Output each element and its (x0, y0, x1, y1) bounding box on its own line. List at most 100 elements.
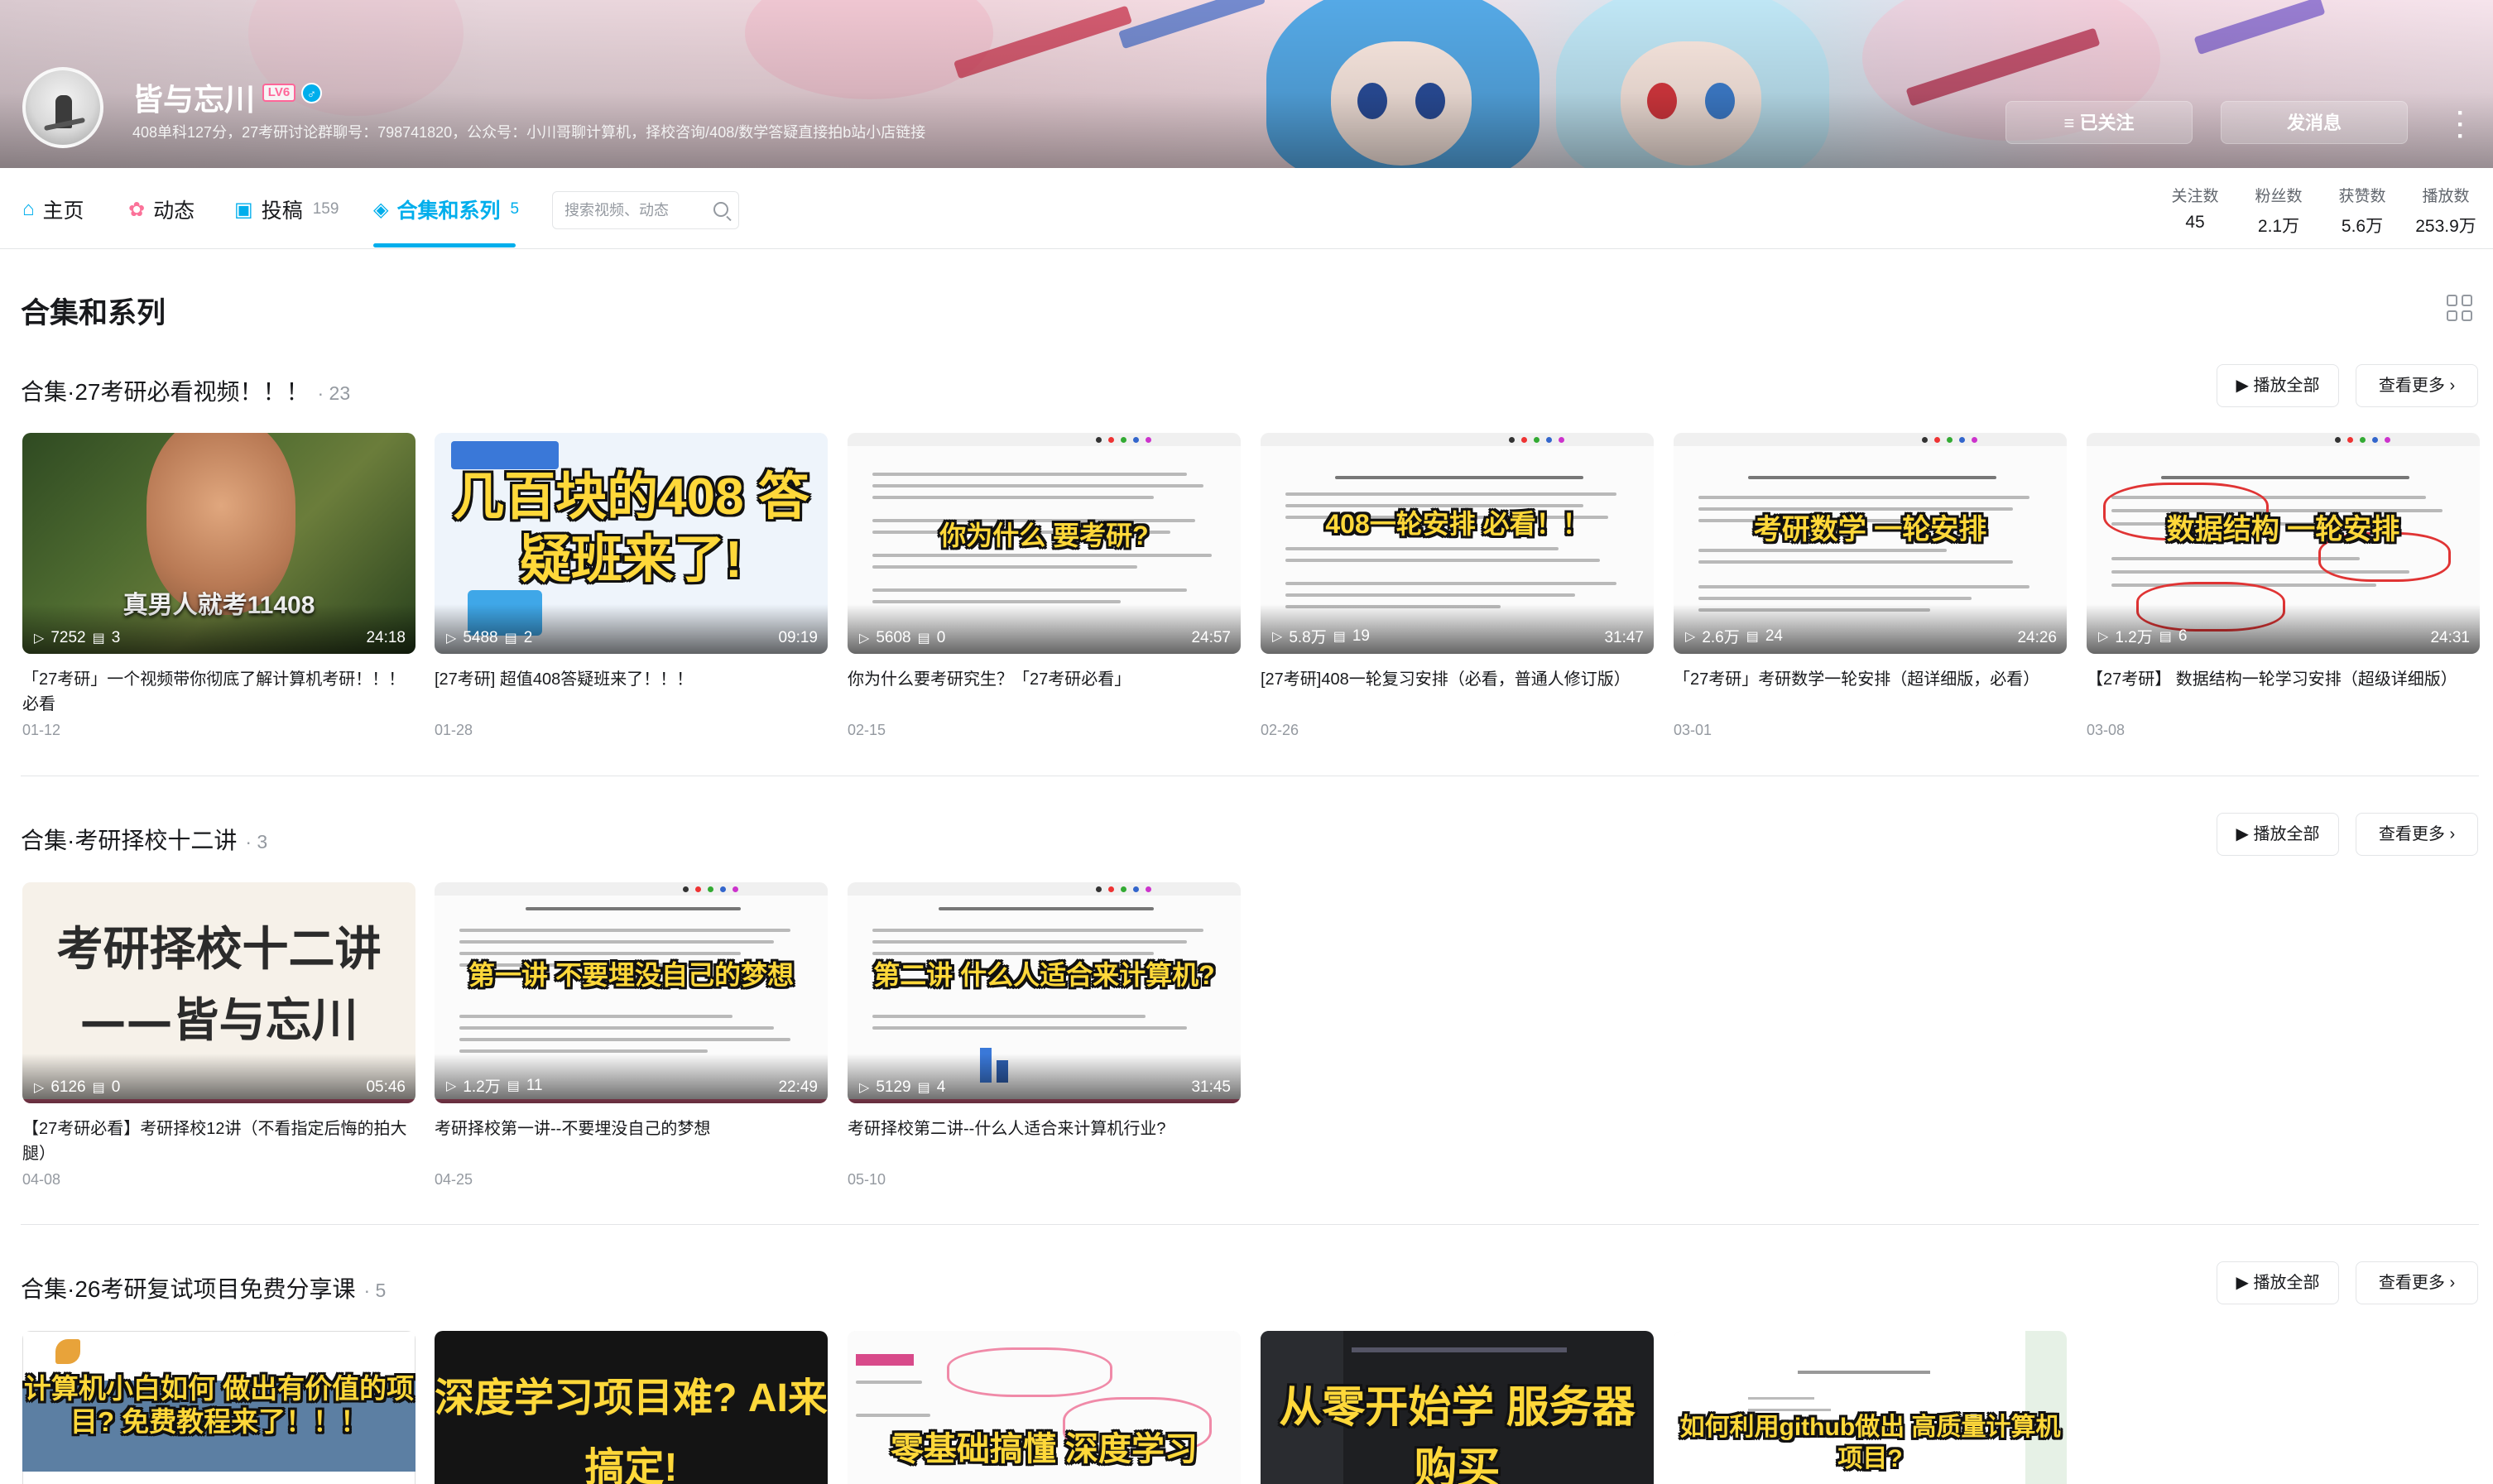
video-title[interactable]: 「27考研」考研数学一轮安排（超详细版，必看） (1674, 667, 2067, 717)
play-count: 6126 (50, 1078, 86, 1096)
video-title[interactable]: 「27考研」一个视频带你彻底了解计算机考研！！！必看 (22, 667, 416, 717)
play-count-icon: ▷ (859, 632, 870, 646)
video-thumbnail[interactable]: 第二讲 什么人适合来计算机? ▷ 5129 ▤ 4 31:45 (848, 882, 1241, 1103)
verified-icon: ♂ (301, 83, 322, 103)
video-thumbnail[interactable]: 你为什么 要考研? ▷ 5608 ▤ 0 24:57 (848, 433, 1241, 654)
video-thumbnail[interactable]: 考研择校十二讲 ——皆与忘川 ▷ 6126 ▤ 0 05:46 (22, 882, 416, 1103)
video-date: 02-26 (1261, 722, 1299, 738)
avatar[interactable] (22, 67, 103, 148)
video-title[interactable]: 【27考研】 数据结构一轮学习安排（超级详细版） (2087, 667, 2480, 717)
stat-value: 253.9万 (2415, 217, 2476, 236)
danmaku-count: 24 (1765, 627, 1783, 645)
play-all-button[interactable]: ▶ 播放全部 (2217, 813, 2339, 856)
thumbnail-caption: 计算机小白如何 做出有价值的项目? 免费教程来了！！！ (23, 1373, 415, 1437)
stat-value: 45 (2185, 213, 2205, 232)
search-input[interactable] (564, 192, 705, 228)
grid-view-icon[interactable] (2447, 295, 2473, 321)
play-all-button[interactable]: ▶ 播放全部 (2217, 364, 2339, 407)
active-tab-indicator (373, 243, 516, 247)
danmaku-count: 0 (111, 1078, 121, 1096)
video-title[interactable]: [27考研]408一轮复习安排（必看，普通人修订版） (1261, 667, 1654, 717)
video-title[interactable]: [27考研] 超值408答疑班来了！！！ (435, 667, 828, 717)
video-title[interactable]: 你为什么要考研究生？「27考研必看」 (848, 667, 1241, 717)
danmaku-icon: ▤ (1746, 629, 1759, 644)
see-more-button[interactable]: 查看更多 › (2356, 813, 2478, 856)
stat-likes: 获赞数 5.6万 (2325, 184, 2399, 238)
collection-title[interactable]: 合集·26考研复试项目免费分享课 · 5 (21, 1271, 386, 1304)
video-stats: ▷ 5488 ▤ 2 (446, 629, 532, 647)
video-card[interactable]: 数据结构 一轮安排 ▷ 1.2万 ▤ 6 24:31 【27考研】 数据结构一轮学习安… (2087, 433, 2480, 739)
video-thumbnail[interactable]: 数据结构 一轮安排 ▷ 1.2万 ▤ 6 24:31 (2087, 433, 2480, 654)
video-date: 03-08 (2087, 722, 2126, 738)
video-card[interactable]: 如何利用github做出 高质量计算机项目? (1674, 1331, 2067, 1484)
video-card[interactable]: 第二讲 什么人适合来计算机? ▷ 5129 ▤ 4 31:45 考研择校第二讲--什么… (848, 882, 1241, 1189)
video-stats: ▷ 1.2万 ▤ 11 (446, 1074, 543, 1097)
tab-collections[interactable]: ◈ 合集和系列 5 (373, 193, 519, 226)
danmaku-count: 19 (1352, 627, 1370, 645)
thumbnail-caption: 第二讲 什么人适合来计算机? (873, 960, 1215, 990)
danmaku-count: 11 (526, 1076, 543, 1094)
search-icon[interactable] (713, 202, 728, 217)
stat-fans[interactable]: 粉丝数 2.1万 (2241, 184, 2316, 238)
video-title[interactable]: 【27考研必看】考研择校12讲（不看指定后悔的拍大腿） (22, 1117, 416, 1166)
video-stats: ▷ 2.6万 ▤ 24 (1685, 625, 1783, 647)
tab-count: 159 (312, 200, 339, 218)
tab-home[interactable]: ⌂ 主页 (22, 193, 84, 226)
video-card[interactable]: 考研数学 一轮安排 ▷ 2.6万 ▤ 24 24:26 「27考研」考研数学一轮安排（… (1674, 433, 2067, 739)
thumbnail-caption: 你为什么 要考研? (939, 521, 1149, 550)
video-card[interactable]: 深度学习项目难? AI来搞定! (435, 1331, 828, 1484)
collection-name[interactable]: 合集·26考研复试项目免费分享课 (21, 1276, 355, 1302)
play-count: 7252 (50, 629, 86, 646)
page-title: 合集和系列 (21, 297, 166, 329)
more-vertical-icon[interactable]: · · · (2455, 101, 2467, 149)
collection-name[interactable]: 合集·27考研必看视频！！！ (21, 379, 309, 405)
video-duration: 24:18 (366, 629, 406, 646)
video-title[interactable]: 考研择校第一讲--不要埋没自己的梦想 (435, 1117, 828, 1166)
video-card[interactable]: 真男人就考11408 ▷7252▤3 24:18 「27考研」一个视频带你彻底了… (22, 433, 416, 739)
see-more-button[interactable]: 查看更多 › (2356, 364, 2478, 407)
video-card[interactable]: 零基础搞懂 深度学习 (848, 1331, 1241, 1484)
send-message-button[interactable]: 发消息 (2221, 101, 2408, 144)
video-thumbnail[interactable]: 深度学习项目难? AI来搞定! (435, 1331, 828, 1484)
video-title[interactable]: 考研择校第二讲--什么人适合来计算机行业? (848, 1117, 1241, 1166)
video-card[interactable]: 从零开始学 服务器购买 (1261, 1331, 1654, 1484)
stat-value: 5.6万 (2341, 217, 2384, 236)
video-thumbnail[interactable]: 计算机小白如何 做出有价值的项目? 免费教程来了！！！ (22, 1331, 416, 1484)
video-thumbnail[interactable]: 如何利用github做出 高质量计算机项目? (1674, 1331, 2067, 1484)
tab-dynamic[interactable]: ✿ 动态 (128, 193, 195, 226)
stat-value: 2.1万 (2257, 217, 2300, 236)
see-more-button[interactable]: 查看更多 › (2356, 1261, 2478, 1304)
video-card[interactable]: 你为什么 要考研? ▷ 5608 ▤ 0 24:57 你为什么要考研究生？「27考研必… (848, 433, 1241, 739)
video-thumbnail[interactable]: 几百块的408 答疑班来了! ▷ 5488 ▤ 2 09:19 (435, 433, 828, 654)
play-count: 5129 (876, 1078, 911, 1096)
video-card[interactable]: 计算机小白如何 做出有价值的项目? 免费教程来了！！！ (22, 1331, 416, 1484)
video-card[interactable]: 408一轮安排 必看！！ ▷ 5.8万 ▤ 19 31:47 [27考研]408一轮复… (1261, 433, 1654, 739)
play-count: 5.8万 (1289, 629, 1327, 646)
play-all-button[interactable]: ▶ 播放全部 (2217, 1261, 2339, 1304)
stat-label: 粉丝数 (2255, 188, 2303, 205)
video-thumbnail[interactable]: 考研数学 一轮安排 ▷ 2.6万 ▤ 24 24:26 (1674, 433, 2067, 654)
followed-button[interactable]: ≡ 已关注 (2005, 101, 2193, 144)
collection-title[interactable]: 合集·考研择校十二讲 · 3 (21, 823, 267, 856)
thumbnail-caption: 408一轮安排 必看！！ (1325, 509, 1589, 539)
tab-uploads[interactable]: ▣ 投稿 159 (234, 193, 339, 226)
video-thumbnail[interactable]: 零基础搞懂 深度学习 (848, 1331, 1241, 1484)
collection-title[interactable]: 合集·27考研必看视频！！！ · 23 (21, 374, 350, 407)
video-duration: 24:31 (2430, 629, 2470, 646)
video-date: 04-08 (22, 1171, 61, 1188)
video-stats: ▷ 5129 ▤ 4 (859, 1078, 945, 1097)
search-box[interactable] (552, 191, 739, 229)
tab-label: 动态 (153, 199, 195, 223)
video-card[interactable]: 第一讲 不要埋没自己的梦想 ▷ 1.2万 ▤ 11 22:49 考研择校第一讲--不要… (435, 882, 828, 1189)
video-card[interactable]: 几百块的408 答疑班来了! ▷ 5488 ▤ 2 09:19 [27考研] 超值40… (435, 433, 828, 739)
video-thumbnail[interactable]: 真男人就考11408 ▷7252▤3 24:18 (22, 433, 416, 654)
video-thumbnail[interactable]: 从零开始学 服务器购买 (1261, 1331, 1654, 1484)
stat-following[interactable]: 关注数 45 (2158, 184, 2232, 233)
danmaku-icon: ▤ (917, 632, 930, 646)
collection-name[interactable]: 合集·考研择校十二讲 (21, 828, 237, 853)
username[interactable]: 皆与忘川 (132, 74, 255, 119)
video-card[interactable]: 考研择校十二讲 ——皆与忘川 ▷ 6126 ▤ 0 05:46 【27考研必看】考研择… (22, 882, 416, 1189)
play-count-icon: ▷ (446, 632, 457, 646)
video-thumbnail[interactable]: 第一讲 不要埋没自己的梦想 ▷ 1.2万 ▤ 11 22:49 (435, 882, 828, 1103)
video-thumbnail[interactable]: 408一轮安排 必看！！ ▷ 5.8万 ▤ 19 31:47 (1261, 433, 1654, 654)
